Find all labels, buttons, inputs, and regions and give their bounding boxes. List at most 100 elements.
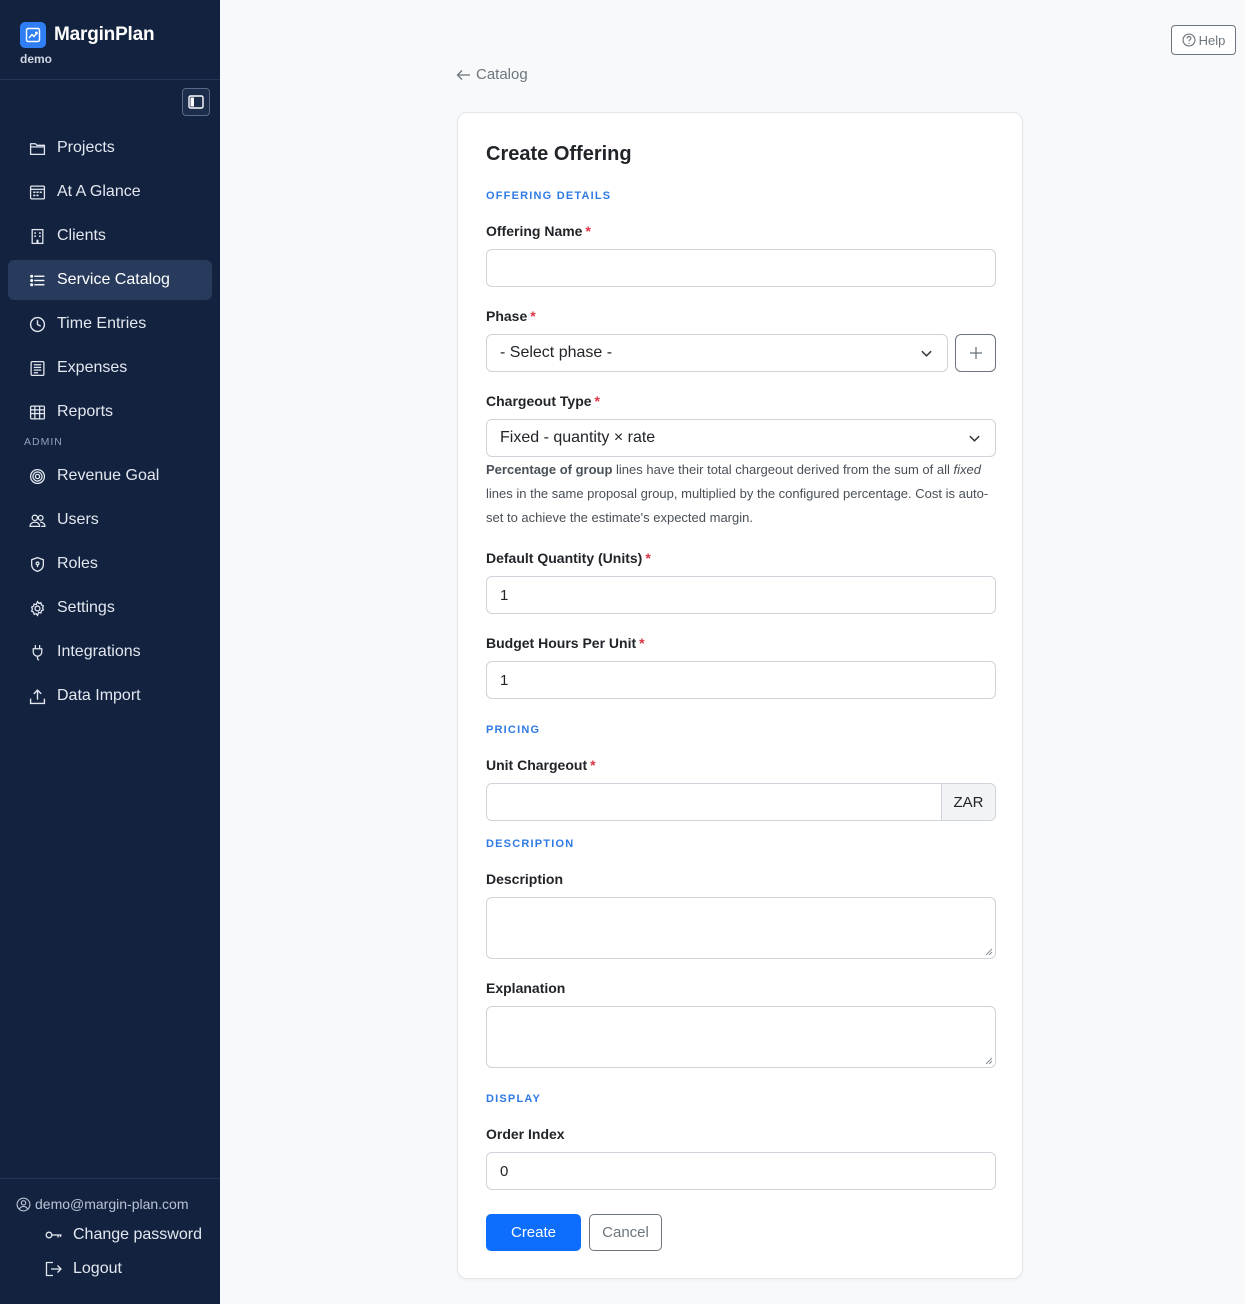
explanation-textarea[interactable] xyxy=(486,1006,996,1068)
unit-chargeout-input[interactable] xyxy=(487,784,941,820)
target-icon xyxy=(29,468,46,484)
required-marker: * xyxy=(585,223,591,239)
chargeout-type-help: Percentage of group lines have their tot… xyxy=(486,458,1001,530)
resize-grip-icon xyxy=(985,948,993,956)
required-marker: * xyxy=(590,757,596,773)
sidebar-item-roles[interactable]: Roles xyxy=(8,544,212,584)
sidebar-item-label: Users xyxy=(57,511,99,528)
default-quantity-label: Default Quantity (Units) * xyxy=(486,550,651,566)
app-name: MarginPlan xyxy=(54,24,155,45)
logout-label: Logout xyxy=(73,1260,122,1277)
currency-addon: ZAR xyxy=(941,784,995,820)
sidebar-item-service-catalog[interactable]: Service Catalog xyxy=(8,260,212,300)
label-text: Default Quantity (Units) xyxy=(486,550,643,566)
sidebar-item-users[interactable]: Users xyxy=(8,500,212,540)
help-button[interactable]: Help xyxy=(1171,25,1236,55)
help-bold: Percentage of group xyxy=(486,462,613,477)
required-marker: * xyxy=(645,550,651,566)
description-textarea[interactable] xyxy=(486,897,996,959)
sidebar-item-label: Roles xyxy=(57,555,98,572)
section-display: DISPLAY xyxy=(486,1093,542,1105)
budget-hours-input[interactable]: 1 xyxy=(486,661,996,699)
chargeout-type-label: Chargeout Type * xyxy=(486,393,600,409)
sidebar-item-label: Data Import xyxy=(57,687,141,704)
phase-select[interactable]: - Select phase - xyxy=(486,334,948,372)
plug-icon xyxy=(32,644,43,661)
section-description: DESCRIPTION xyxy=(486,838,575,850)
label-text: Offering Name xyxy=(486,223,583,239)
sidebar-item-label: Projects xyxy=(57,139,115,156)
sidebar-item-label: Expenses xyxy=(57,359,128,376)
default-quantity-input[interactable]: 1 xyxy=(486,576,996,614)
required-marker: * xyxy=(639,635,645,651)
brand[interactable]: MarginPlan xyxy=(20,22,155,48)
chargeout-type-selected: Fixed - quantity × rate xyxy=(500,429,656,446)
offering-name-input[interactable] xyxy=(486,249,996,287)
sidebar-item-time-entries[interactable]: Time Entries xyxy=(8,304,212,344)
help-italic: fixed xyxy=(953,462,981,477)
sidebar-toggle-icon xyxy=(188,95,204,109)
clock-icon xyxy=(29,316,46,332)
receipt-icon xyxy=(30,360,45,376)
order-index-input[interactable]: 0 xyxy=(486,1152,996,1190)
tenant-name: demo xyxy=(20,52,53,66)
sidebar-item-revenue-goal[interactable]: Revenue Goal xyxy=(8,456,212,496)
upload-icon xyxy=(29,688,46,704)
offering-name-label: Offering Name * xyxy=(486,223,591,239)
add-phase-button[interactable] xyxy=(955,334,996,372)
folder-icon xyxy=(29,142,46,155)
required-marker: * xyxy=(530,308,536,324)
sidebar-item-data-import[interactable]: Data Import xyxy=(8,676,212,716)
chart-trend-icon xyxy=(20,22,46,48)
chargeout-type-select[interactable]: Fixed - quantity × rate xyxy=(486,419,996,457)
help-text-1: lines have their total chargeout derived… xyxy=(612,462,954,477)
cancel-button[interactable]: Cancel xyxy=(589,1214,662,1251)
user-circle-icon xyxy=(16,1197,31,1211)
phase-selected: - Select phase - xyxy=(500,344,613,361)
sidebar-item-label: Revenue Goal xyxy=(57,467,160,484)
label-text: Budget Hours Per Unit xyxy=(486,635,637,651)
sidebar-item-settings[interactable]: Settings xyxy=(8,588,212,628)
key-icon xyxy=(45,1231,62,1239)
sidebar-item-expenses[interactable]: Expenses xyxy=(8,348,212,388)
calendar-grid-icon xyxy=(29,184,46,200)
user-email: demo@margin-plan.com xyxy=(16,1196,189,1212)
change-password-link[interactable]: Change password xyxy=(45,1226,202,1244)
logout-link[interactable]: Logout xyxy=(45,1260,122,1278)
label-text: Chargeout Type xyxy=(486,393,592,409)
question-circle-icon xyxy=(1182,33,1196,47)
sidebar-toggle-button[interactable] xyxy=(182,88,210,116)
sidebar-item-label: Settings xyxy=(57,599,115,616)
section-pricing: PRICING xyxy=(486,724,541,736)
sidebar-item-at-a-glance[interactable]: At A Glance xyxy=(8,172,212,212)
sidebar-item-label: Time Entries xyxy=(57,315,147,332)
create-button[interactable]: Create xyxy=(486,1214,581,1251)
help-text-2: lines in the same proposal group, multip… xyxy=(486,486,989,525)
divider xyxy=(0,79,220,80)
help-label: Help xyxy=(1198,32,1226,48)
description-label: Description xyxy=(486,871,564,887)
label-text: Unit Chargeout xyxy=(486,757,588,773)
sidebar-item-projects[interactable]: Projects xyxy=(8,128,212,168)
logout-icon xyxy=(45,1261,62,1277)
user-email-text: demo@margin-plan.com xyxy=(35,1196,189,1212)
gear-icon xyxy=(30,599,45,617)
sidebar-item-clients[interactable]: Clients xyxy=(8,216,212,256)
divider xyxy=(0,1178,220,1179)
sidebar-item-label: Reports xyxy=(57,403,114,420)
list-icon xyxy=(30,274,45,286)
create-offering-card: Create Offering OFFERING DETAILS Offerin… xyxy=(457,112,1023,1279)
unit-chargeout-label: Unit Chargeout * xyxy=(486,757,596,773)
chevron-down-icon xyxy=(969,435,980,442)
sidebar-item-label: Service Catalog xyxy=(57,271,170,288)
label-text: Phase xyxy=(486,308,528,324)
sidebar-item-reports[interactable]: Reports xyxy=(8,392,212,432)
sidebar-item-label: Clients xyxy=(57,227,106,244)
sidebar-item-integrations[interactable]: Integrations xyxy=(8,632,212,672)
required-marker: * xyxy=(594,393,600,409)
budget-hours-label: Budget Hours Per Unit * xyxy=(486,635,645,651)
sidebar-nav: Projects At A Glance Clients Service Cat… xyxy=(8,128,212,720)
unit-chargeout-group: ZAR xyxy=(486,783,996,821)
explanation-label: Explanation xyxy=(486,980,566,996)
back-to-catalog-link[interactable]: Catalog xyxy=(456,66,528,83)
